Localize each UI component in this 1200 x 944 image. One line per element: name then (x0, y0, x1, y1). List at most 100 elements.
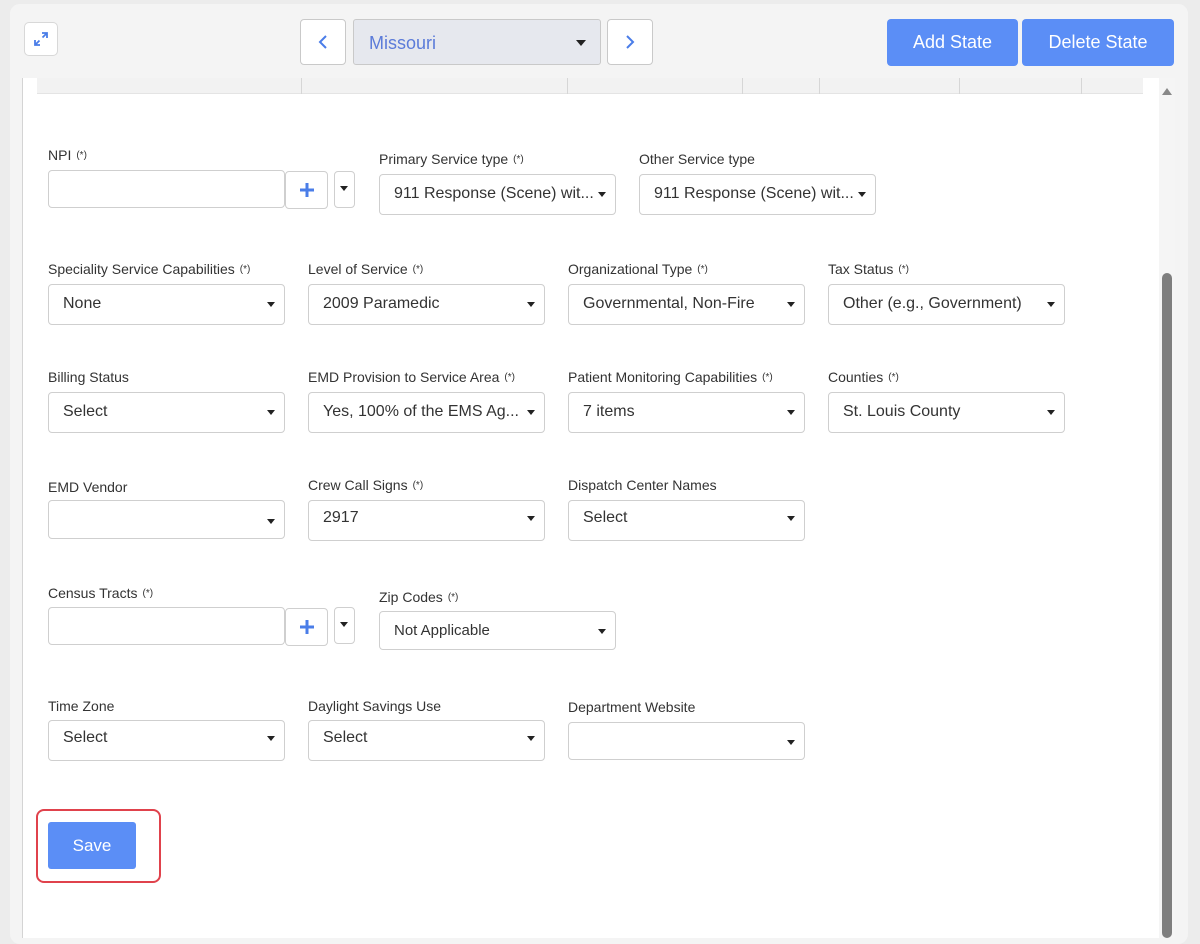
chevron-down-icon (267, 519, 275, 524)
dept-website-select[interactable] (568, 722, 805, 760)
required-marker: (*) (447, 592, 459, 603)
dispatch-center-label: Dispatch Center Names (568, 477, 717, 493)
zip-codes-label: Zip Codes (*) (379, 589, 458, 605)
chevron-down-icon (787, 516, 795, 521)
state-select-value: Missouri (369, 33, 437, 53)
npi-options-dropdown[interactable] (334, 171, 355, 208)
emd-vendor-select[interactable] (48, 500, 285, 539)
column-divider (301, 78, 302, 94)
counties-label: Counties (*) (828, 369, 899, 385)
column-divider (742, 78, 743, 94)
other-service-type-label: Other Service type (639, 151, 755, 167)
crew-call-signs-value: 2917 (323, 509, 359, 526)
billing-status-value: Select (63, 403, 108, 420)
tax-status-label-text: Tax Status (828, 261, 894, 277)
billing-status-select[interactable]: Select (48, 392, 285, 433)
org-type-select[interactable]: Governmental, Non-Fire (568, 284, 805, 325)
other-service-type-select[interactable]: 911 Response (Scene) wit... (639, 174, 876, 215)
dispatch-center-select[interactable]: Select (568, 500, 805, 541)
census-tracts-options-dropdown[interactable] (334, 607, 355, 644)
required-marker: (*) (239, 264, 251, 275)
crew-call-signs-select[interactable]: 2917 (308, 500, 545, 541)
emd-provision-value: Yes, 100% of the EMS Ag... (323, 403, 519, 420)
chevron-down-icon (598, 629, 606, 634)
patient-monitoring-select[interactable]: 7 items (568, 392, 805, 433)
org-type-label: Organizational Type (*) (568, 261, 708, 277)
chevron-down-icon (787, 740, 795, 745)
add-state-button[interactable]: Add State (887, 19, 1018, 66)
org-type-value: Governmental, Non-Fire (583, 295, 755, 312)
emd-provision-select[interactable]: Yes, 100% of the EMS Ag... (308, 392, 545, 433)
chevron-down-icon (527, 516, 535, 521)
level-of-service-label-text: Level of Service (308, 261, 408, 277)
tax-status-label: Tax Status (*) (828, 261, 909, 277)
chevron-down-icon (527, 302, 535, 307)
counties-select[interactable]: St. Louis County (828, 392, 1065, 433)
daylight-savings-value: Select (323, 729, 368, 746)
speciality-select[interactable]: None (48, 284, 285, 325)
required-marker: (*) (762, 372, 773, 383)
column-divider (567, 78, 568, 94)
scroll-up-arrow-icon[interactable] (1162, 88, 1172, 95)
emd-vendor-label: EMD Vendor (48, 479, 128, 495)
primary-service-type-select[interactable]: 911 Response (Scene) wit... (379, 174, 616, 215)
previous-state-button[interactable] (300, 19, 346, 65)
speciality-label-text: Speciality Service Capabilities (48, 261, 235, 277)
daylight-savings-select[interactable]: Select (308, 720, 545, 761)
npi-input[interactable] (48, 170, 285, 208)
table-strip (37, 78, 1143, 94)
census-tracts-input[interactable] (48, 607, 285, 645)
daylight-savings-label: Daylight Savings Use (308, 698, 442, 714)
required-marker: (*) (142, 588, 154, 599)
column-divider (819, 78, 820, 94)
plus-icon (299, 620, 314, 634)
chevron-down-icon (1047, 410, 1055, 415)
required-marker: (*) (898, 264, 909, 275)
vertical-scrollbar[interactable] (1159, 78, 1175, 938)
chevron-down-icon (527, 410, 535, 415)
chevron-down-icon (267, 302, 275, 307)
chevron-down-icon (527, 736, 535, 741)
crew-call-signs-label-text: Crew Call Signs (308, 477, 408, 493)
plus-icon (299, 183, 314, 197)
time-zone-value: Select (63, 729, 108, 746)
primary-service-type-value: 911 Response (Scene) wit... (394, 185, 594, 202)
required-marker: (*) (697, 264, 708, 275)
zip-codes-value: Not Applicable (394, 622, 490, 639)
primary-service-type-label: Primary Service type (*) (379, 151, 524, 167)
time-zone-select[interactable]: Select (48, 720, 285, 761)
column-divider (1081, 78, 1082, 94)
next-state-button[interactable] (607, 19, 653, 65)
chevron-left-icon (318, 35, 327, 49)
dispatch-center-value: Select (583, 509, 628, 526)
chevron-right-icon (626, 35, 635, 49)
primary-service-type-label-text: Primary Service type (379, 151, 509, 167)
dept-website-label: Department Website (568, 699, 696, 715)
chevron-down-icon (1047, 302, 1055, 307)
patient-monitoring-label-text: Patient Monitoring Capabilities (568, 369, 758, 385)
level-of-service-select[interactable]: 2009 Paramedic (308, 284, 545, 325)
tax-status-select[interactable]: Other (e.g., Government) (828, 284, 1065, 325)
npi-add-button[interactable] (285, 171, 328, 209)
time-zone-label: Time Zone (48, 698, 115, 714)
app-window: Missouri Add State Delete State (10, 4, 1188, 944)
crew-call-signs-label: Crew Call Signs (*) (308, 477, 423, 493)
zip-codes-select[interactable]: Not Applicable (379, 611, 616, 650)
zip-codes-label-text: Zip Codes (379, 589, 443, 605)
required-marker: (*) (412, 480, 424, 491)
state-select[interactable]: Missouri (353, 19, 601, 65)
patient-monitoring-label: Patient Monitoring Capabilities (*) (568, 369, 773, 385)
delete-state-button[interactable]: Delete State (1022, 19, 1174, 66)
emd-provision-label: EMD Provision to Service Area (*) (308, 369, 515, 385)
npi-label: NPI (*) (48, 147, 87, 163)
save-button[interactable]: Save (48, 822, 136, 869)
speciality-value: None (63, 295, 102, 312)
required-marker: (*) (76, 150, 87, 161)
speciality-label: Speciality Service Capabilities (*) (48, 261, 250, 277)
census-tracts-add-button[interactable] (285, 608, 328, 646)
required-marker: (*) (888, 372, 899, 383)
scrollbar-thumb[interactable] (1162, 273, 1172, 938)
expand-button[interactable] (24, 22, 58, 56)
level-of-service-label: Level of Service (*) (308, 261, 423, 277)
chevron-down-icon (787, 302, 795, 307)
